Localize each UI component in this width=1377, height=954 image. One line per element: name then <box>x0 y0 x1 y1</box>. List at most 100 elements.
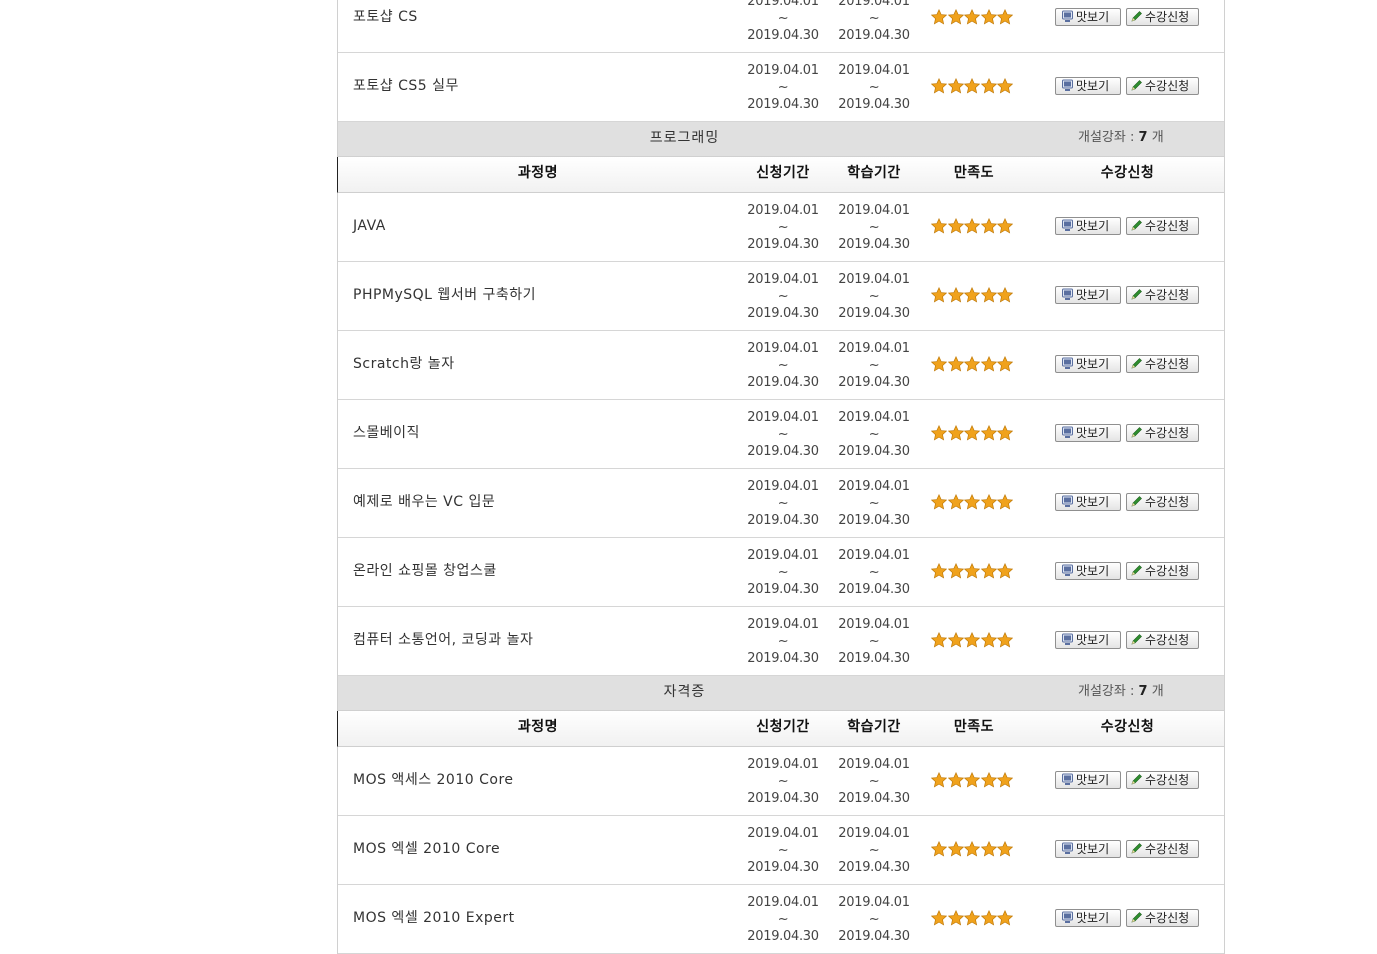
study-period: 2019.04.01 ~2019.04.30 <box>829 478 919 529</box>
star-icon <box>964 563 980 579</box>
period-tilde: ~ <box>868 843 880 858</box>
course-name[interactable]: 컴퓨터 소통언어, 코딩과 놀자 <box>353 607 533 675</box>
register-button-label: 수강신청 <box>1145 911 1190 925</box>
period-start: 2019.04.01 <box>747 341 819 356</box>
monitor-icon <box>1062 495 1073 507</box>
star-icon <box>947 287 964 303</box>
star-icon <box>947 356 964 372</box>
period-tilde: ~ <box>868 11 880 26</box>
study-period: 2019.04.01 ~2019.04.30 <box>829 547 919 598</box>
period-end: 2019.04.30 <box>747 582 819 597</box>
preview-button-label: 맛보기 <box>1076 426 1110 440</box>
preview-button-label: 맛보기 <box>1076 219 1110 233</box>
register-button[interactable]: 수강신청 <box>1126 286 1199 304</box>
column-header-study-period: 학습기간 <box>847 165 901 181</box>
preview-button[interactable]: 맛보기 <box>1055 840 1121 858</box>
pencil-icon <box>1131 843 1142 854</box>
register-button[interactable]: 수강신청 <box>1126 771 1199 789</box>
star-icon <box>980 78 997 94</box>
study-period: 2019.04.01 ~2019.04.30 <box>829 825 919 876</box>
register-button[interactable]: 수강신청 <box>1126 562 1199 580</box>
preview-button[interactable]: 맛보기 <box>1055 286 1121 304</box>
course-count-label: 개설강좌 : <box>1078 684 1135 699</box>
preview-button[interactable]: 맛보기 <box>1055 424 1121 442</box>
preview-button[interactable]: 맛보기 <box>1055 909 1121 927</box>
star-icon <box>964 425 980 441</box>
star-icon <box>931 910 947 926</box>
period-tilde: ~ <box>868 496 880 511</box>
monitor-icon <box>1062 564 1073 576</box>
apply-period: 2019.04.01 ~2019.04.30 <box>738 271 828 322</box>
course-name[interactable]: Scratch랑 놀자 <box>353 331 455 399</box>
preview-button[interactable]: 맛보기 <box>1055 355 1121 373</box>
pencil-icon <box>1131 427 1142 438</box>
course-row: PHPMySQL 웹서버 구축하기 2019.04.01 ~2019.04.30 20… <box>338 262 1224 331</box>
register-button[interactable]: 수강신청 <box>1126 77 1199 95</box>
register-button[interactable]: 수강신청 <box>1126 8 1199 26</box>
column-header-register: 수강신청 <box>1100 165 1155 181</box>
register-button[interactable]: 수강신청 <box>1126 909 1199 927</box>
course-count-value: 7 <box>1138 130 1148 145</box>
preview-button[interactable]: 맛보기 <box>1055 493 1121 511</box>
period-tilde: ~ <box>777 634 789 649</box>
course-name[interactable]: 스몰베이직 <box>353 400 420 468</box>
star-icon <box>980 772 997 788</box>
monitor-icon <box>1062 357 1073 369</box>
preview-button[interactable]: 맛보기 <box>1055 217 1121 235</box>
register-button[interactable]: 수강신청 <box>1126 355 1199 373</box>
preview-button[interactable]: 맛보기 <box>1055 631 1121 649</box>
star-icon <box>964 218 980 234</box>
star-icon <box>964 78 980 94</box>
satisfaction-rating <box>931 494 1019 512</box>
register-button[interactable]: 수강신청 <box>1126 217 1199 235</box>
course-name[interactable]: MOS 액세스 2010 Core <box>353 747 514 815</box>
course-name[interactable]: 예제로 배우는 VC 입문 <box>353 469 495 537</box>
course-name[interactable]: 포토샵 CS <box>353 0 418 52</box>
period-start: 2019.04.01 <box>747 895 819 910</box>
register-button[interactable]: 수강신청 <box>1126 493 1199 511</box>
period-start: 2019.04.01 <box>747 203 819 218</box>
satisfaction-rating <box>931 632 1019 650</box>
star-icon <box>980 841 997 857</box>
register-button[interactable]: 수강신청 <box>1126 840 1199 858</box>
pencil-icon <box>1131 220 1142 231</box>
preview-button-label: 맛보기 <box>1076 773 1110 787</box>
preview-button-label: 맛보기 <box>1076 357 1110 371</box>
preview-button[interactable]: 맛보기 <box>1055 771 1121 789</box>
pencil-icon <box>1131 565 1142 576</box>
study-period: 2019.04.01 ~2019.04.30 <box>829 202 919 253</box>
monitor-icon <box>1062 10 1073 22</box>
period-start: 2019.04.01 <box>838 410 910 425</box>
course-name[interactable]: JAVA <box>353 193 386 261</box>
star-icon <box>964 9 980 25</box>
register-button-label: 수강신청 <box>1145 79 1190 93</box>
satisfaction-rating <box>931 425 1019 443</box>
course-name[interactable]: 포토샵 CS5 실무 <box>353 53 459 121</box>
course-name[interactable]: MOS 엑셀 2010 Core <box>353 816 500 884</box>
register-button-label: 수강신청 <box>1145 426 1190 440</box>
course-name[interactable]: PHPMySQL 웹서버 구축하기 <box>353 262 536 330</box>
period-end: 2019.04.30 <box>747 375 819 390</box>
preview-button[interactable]: 맛보기 <box>1055 8 1121 26</box>
register-button[interactable]: 수강신청 <box>1126 631 1199 649</box>
period-tilde: ~ <box>868 358 880 373</box>
course-row: MOS 액세스 2010 Core 2019.04.01 ~2019.04.30 20… <box>338 747 1224 816</box>
preview-button[interactable]: 맛보기 <box>1055 77 1121 95</box>
star-icon <box>997 9 1013 25</box>
star-icon <box>997 563 1013 579</box>
preview-button[interactable]: 맛보기 <box>1055 562 1121 580</box>
period-tilde: ~ <box>777 427 789 442</box>
star-icon <box>931 494 947 510</box>
period-tilde: ~ <box>868 774 880 789</box>
column-header-name: 과정명 <box>517 165 559 181</box>
register-button[interactable]: 수강신청 <box>1126 424 1199 442</box>
satisfaction-rating <box>931 772 1019 790</box>
category-header: 자격증 개설강좌 : 7 개 <box>338 676 1224 711</box>
course-name[interactable]: MOS 엑셀 2010 Expert <box>353 885 515 953</box>
period-end: 2019.04.30 <box>838 375 910 390</box>
period-end: 2019.04.30 <box>838 582 910 597</box>
period-start: 2019.04.01 <box>747 479 819 494</box>
star-icon <box>980 632 997 648</box>
period-tilde: ~ <box>777 774 789 789</box>
course-name[interactable]: 온라인 쇼핑몰 창업스쿨 <box>353 538 497 606</box>
